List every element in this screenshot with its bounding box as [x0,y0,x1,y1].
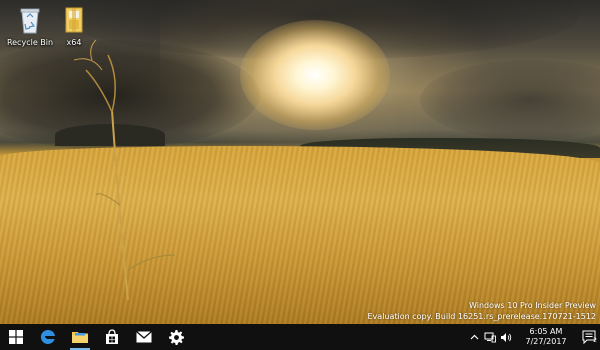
recycle-bin-icon [20,8,40,34]
taskbar-edge-button[interactable] [32,324,64,350]
wheat-stalk [73,39,176,301]
show-hidden-icons-button[interactable] [466,324,482,350]
clock[interactable]: 6:05 AM 7/27/2017 [516,327,576,347]
taskbar-store-button[interactable] [96,324,128,350]
network-icon [484,332,496,342]
network-button[interactable] [482,324,498,350]
watermark-line-2: Evaluation copy. Build 16251.rs_prerelea… [367,312,597,321]
edge-icon [40,329,55,344]
taskbar: 6:05 AM 7/27/2017 2 [0,324,600,350]
system-tray: 6:05 AM 7/27/2017 2 [466,324,600,350]
desktop-icon-x64-folder[interactable]: x64 [44,4,104,47]
store-icon [106,329,118,344]
volume-icon [501,332,512,342]
clock-time: 6:05 AM [529,327,563,336]
notification-count-badge: 2 [593,337,597,344]
taskbar-mail-button[interactable] [128,324,160,350]
chevron-up-icon [470,334,478,340]
evaluation-watermark: Windows 10 Pro Insider Preview Evaluatio… [368,300,597,322]
folder-icon [65,7,83,33]
desktop-icon-label: x64 [66,38,82,47]
folder-icon [72,332,88,343]
start-button[interactable] [0,324,32,350]
windows-logo-icon [9,330,23,344]
volume-button[interactable] [498,324,514,350]
gear-icon [168,329,184,345]
desktop[interactable]: Recycle Bin x64 Windows 10 Pro Insider P… [0,0,600,324]
mail-icon [136,331,152,343]
taskbar-file-explorer-button[interactable] [64,324,96,350]
action-center-button[interactable]: 2 [578,324,600,350]
watermark-line-1: Windows 10 Pro Insider Preview [468,301,596,310]
taskbar-settings-button[interactable] [160,324,192,350]
clock-date: 7/27/2017 [525,337,567,346]
